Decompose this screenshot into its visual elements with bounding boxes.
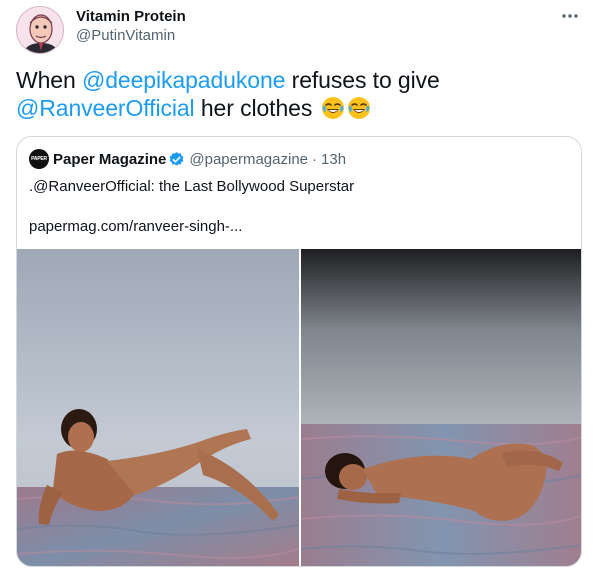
- quote-link[interactable]: papermag.com/ranveer-singh-...: [29, 217, 242, 237]
- author-handle[interactable]: @PutinVitamin: [76, 26, 186, 46]
- quote-header: PAPER Paper Magazine @papermagazine · 13…: [29, 149, 346, 169]
- photo-right[interactable]: [301, 249, 581, 566]
- verified-badge-icon: [168, 151, 185, 168]
- mention-deepikapadukone[interactable]: @deepikapadukone: [82, 67, 285, 93]
- tweet-card: Vitamin Protein @PutinVitamin When @deep…: [0, 0, 598, 576]
- tweet-text-clothes: her clothes: [194, 95, 313, 121]
- quote-avatar-text: PAPER: [31, 156, 47, 162]
- quote-timestamp[interactable]: 13h: [321, 151, 346, 168]
- quote-author-handle[interactable]: @papermagazine: [189, 151, 308, 168]
- photo-left[interactable]: [17, 249, 299, 566]
- tweet-text-when: When: [16, 67, 82, 93]
- more-horizontal-icon: [562, 14, 578, 18]
- quote-author-name[interactable]: Paper Magazine: [53, 151, 166, 168]
- quote-separator: ·: [312, 150, 318, 168]
- author-block: Vitamin Protein @PutinVitamin: [76, 8, 186, 46]
- more-options-button[interactable]: [558, 4, 582, 28]
- tweet-text-refuses: refuses to give: [285, 67, 440, 93]
- joy-emoji-icon: [321, 96, 345, 126]
- mention-ranveerofficial[interactable]: @RanveerOfficial: [16, 95, 195, 121]
- quote-avatar[interactable]: PAPER: [29, 149, 49, 169]
- joy-emoji-icon: [347, 96, 371, 126]
- tweet-text: When @deepikapadukone refuses to give @Ra…: [16, 66, 582, 126]
- author-name[interactable]: Vitamin Protein: [76, 8, 186, 26]
- author-avatar[interactable]: [16, 6, 64, 54]
- quote-media: [17, 249, 581, 566]
- quote-tweet-card[interactable]: PAPER Paper Magazine @papermagazine · 13…: [16, 136, 582, 567]
- quote-text: .@RanveerOfficial: the Last Bollywood Su…: [29, 178, 355, 195]
